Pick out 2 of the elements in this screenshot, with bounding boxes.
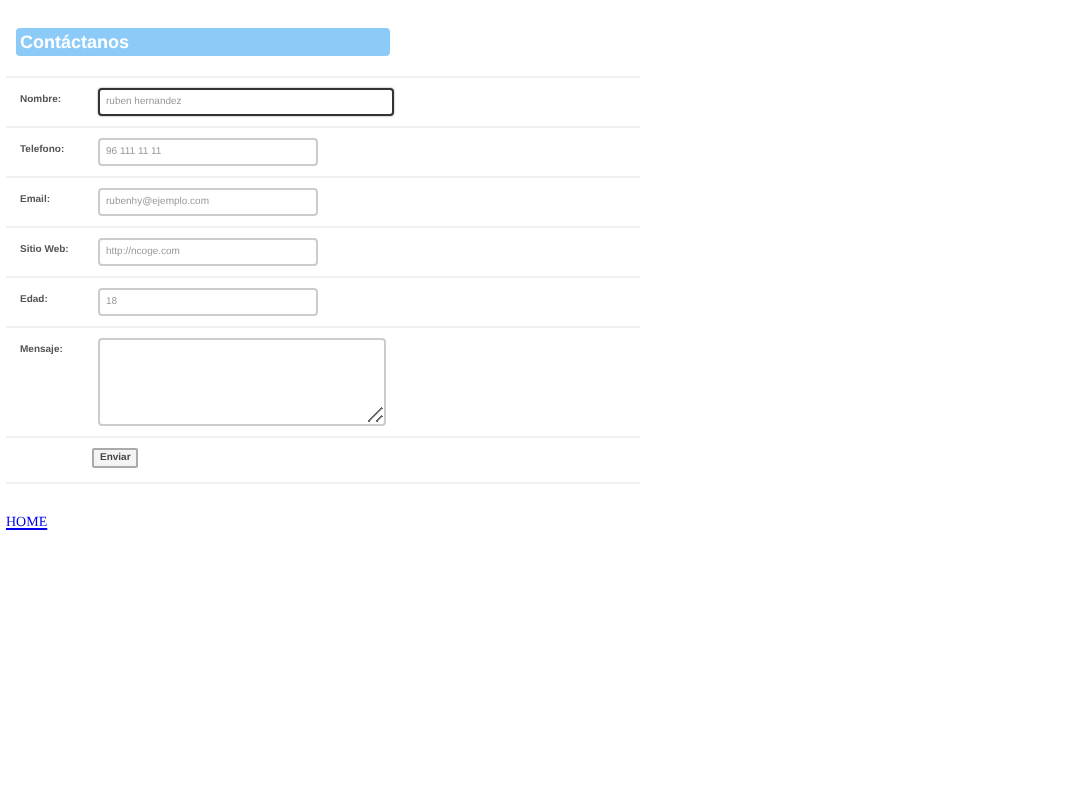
message-field[interactable] <box>98 338 386 426</box>
form-heading: Contáctanos <box>16 28 390 56</box>
